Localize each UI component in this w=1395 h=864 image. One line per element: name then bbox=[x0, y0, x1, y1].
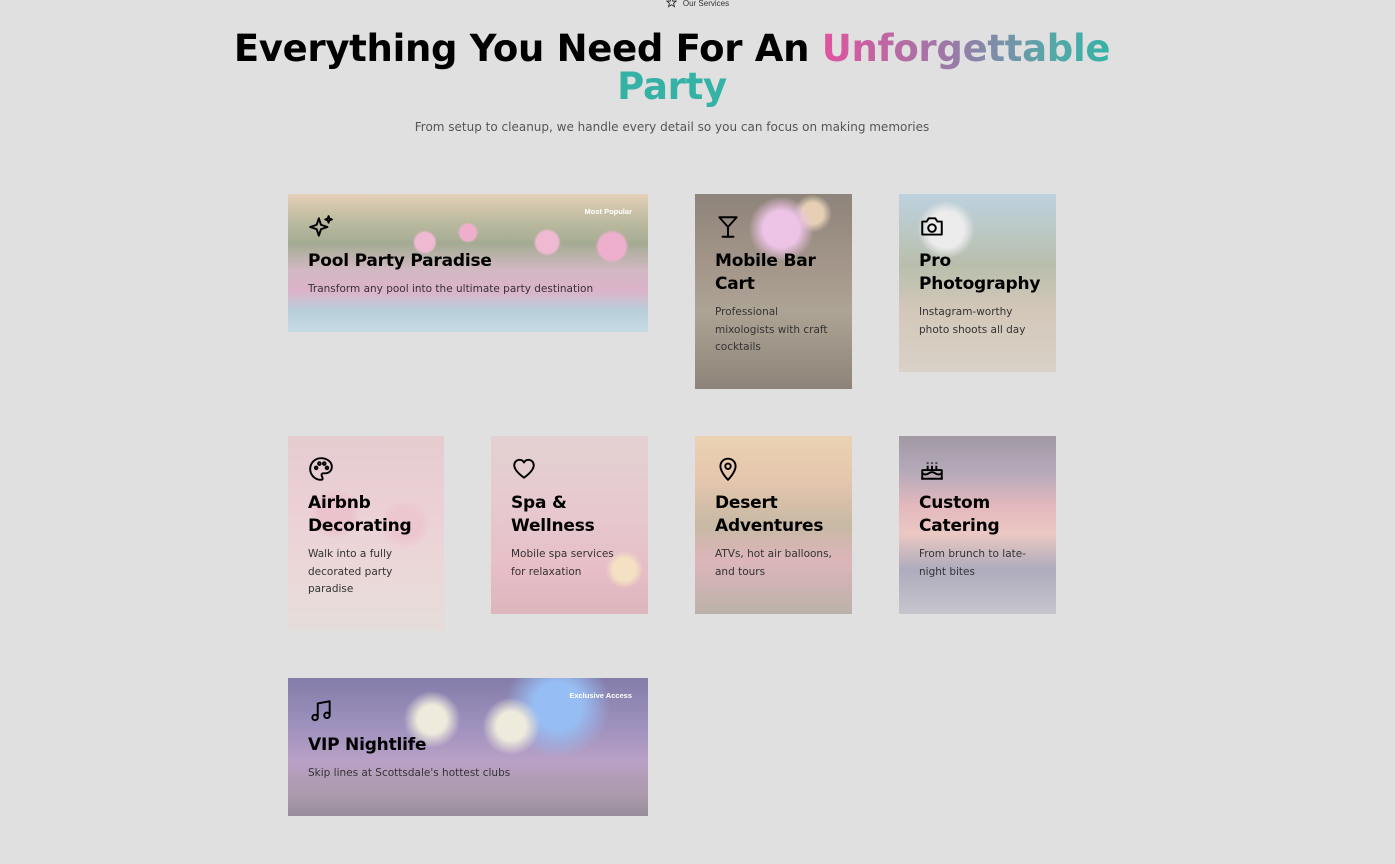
service-title: VIP Nightlife bbox=[308, 735, 427, 755]
service-title: Spa & Wellness bbox=[511, 493, 595, 536]
title-highlight-2: Party bbox=[617, 65, 727, 108]
service-description: Professional mixologists with craft cock… bbox=[715, 306, 828, 353]
title-highlight: Unforgettable bbox=[821, 27, 1111, 70]
palette-icon bbox=[308, 456, 334, 482]
service-card-custom-catering[interactable]: Custom Catering From brunch to late-nigh… bbox=[899, 436, 1056, 614]
service-card-mobile-bar[interactable]: Mobile Bar Cart Professional mixologists… bbox=[695, 194, 852, 389]
eyebrow-label: Our Services bbox=[682, 0, 730, 8]
camera-icon bbox=[919, 214, 945, 240]
service-title: Pro Photography bbox=[919, 251, 1041, 294]
service-card-vip-nightlife[interactable]: Exclusive Access VIP Nightlife Skip line… bbox=[288, 678, 648, 816]
service-description: Instagram-worthy photo shoots all day bbox=[919, 306, 1026, 336]
service-card-desert-adventures[interactable]: Desert Adventures ATVs, hot air balloons… bbox=[695, 436, 852, 614]
music-icon bbox=[308, 698, 334, 724]
service-title: Mobile Bar Cart bbox=[715, 251, 816, 294]
service-title: Desert Adventures bbox=[715, 493, 824, 536]
service-description: Skip lines at Scottsdale's hottest clubs bbox=[308, 767, 511, 779]
service-description: ATVs, hot air balloons, and tours bbox=[715, 548, 832, 578]
service-card-airbnb-decorating[interactable]: Airbnb Decorating Walk into a fully deco… bbox=[288, 436, 444, 631]
service-title: Pool Party Paradise bbox=[308, 251, 492, 271]
page-subtitle: From setup to cleanup, we handle every d… bbox=[414, 120, 930, 134]
heart-icon bbox=[511, 456, 537, 482]
service-description: Transform any pool into the ultimate par… bbox=[308, 283, 594, 295]
service-title: Custom Catering bbox=[919, 493, 1000, 536]
sparkles-icon bbox=[308, 214, 334, 240]
title-text: Everything You Need For An bbox=[233, 27, 822, 70]
map-pin-icon bbox=[715, 456, 741, 482]
martini-icon bbox=[715, 214, 741, 240]
section-eyebrow: Our Services bbox=[0, 0, 1395, 10]
service-title: Airbnb Decorating bbox=[308, 493, 412, 536]
cake-icon bbox=[919, 456, 945, 482]
service-card-photography[interactable]: Pro Photography Instagram-worthy photo s… bbox=[899, 194, 1056, 372]
service-card-spa-wellness[interactable]: Spa & Wellness Mobile spa services for r… bbox=[491, 436, 648, 614]
service-card-pool-party[interactable]: Most Popular Pool Party Paradise Transfo… bbox=[288, 194, 648, 332]
service-description: Mobile spa services for relaxation bbox=[511, 548, 614, 578]
service-description: Walk into a fully decorated party paradi… bbox=[308, 548, 393, 595]
star-icon bbox=[665, 0, 678, 10]
page-title: Everything You Need For An Unforgettable… bbox=[0, 30, 1344, 106]
service-description: From brunch to late-night bites bbox=[919, 548, 1027, 578]
